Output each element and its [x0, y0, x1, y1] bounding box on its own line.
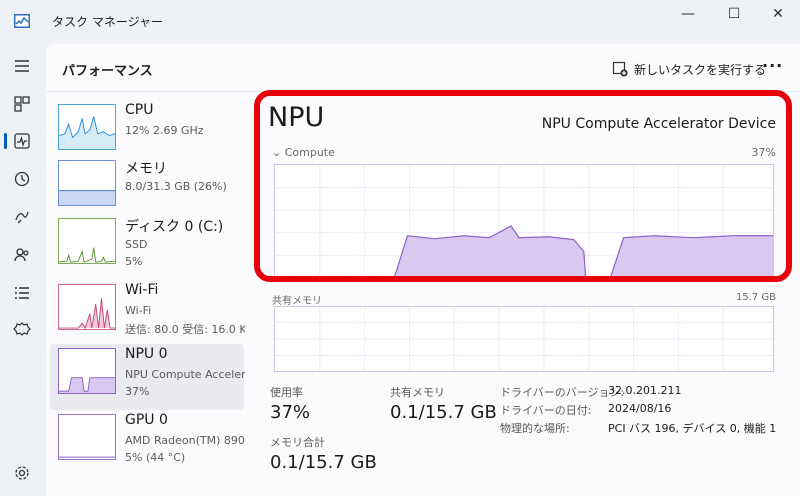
services-icon[interactable] — [10, 318, 34, 342]
disk-thumbnail-graph — [58, 218, 116, 264]
window-title: タスク マネージャー — [52, 15, 163, 29]
gpu-thumbnail-graph — [58, 414, 116, 460]
device-name: GPU 0 — [125, 412, 168, 428]
memory-total-label: メモリ合計 — [270, 436, 325, 449]
shared-memory-graph — [274, 306, 774, 372]
run-task-icon — [612, 61, 628, 77]
device-detail: Wi-Fi — [125, 304, 152, 317]
shared-memory-label: 共有メモリ — [390, 386, 445, 399]
app-history-icon[interactable] — [10, 167, 34, 191]
npu-thumbnail-graph — [58, 348, 116, 394]
device-name: CPU — [125, 102, 154, 118]
maximize-button[interactable]: ☐ — [720, 4, 748, 24]
driver-date-label: ドライバーの日付: — [500, 404, 592, 417]
menu-icon[interactable] — [10, 54, 34, 78]
driver-date-value: 2024/08/16 — [608, 402, 672, 415]
utilization-value: 37% — [270, 402, 311, 423]
physical-location-value: PCI バス 196, デバイス 0, 機能 1 — [608, 422, 777, 435]
processes-icon[interactable] — [10, 92, 34, 116]
run-task-label: 新しいタスクを実行する — [634, 62, 767, 77]
device-name: NPU 0 — [125, 346, 168, 362]
performance-icon[interactable] — [10, 129, 34, 153]
physical-location-label: 物理的な場所: — [500, 422, 570, 435]
run-new-task-button[interactable]: 新しいタスクを実行する — [612, 58, 766, 80]
device-detail: 8.0/31.3 GB (26%) — [125, 180, 227, 193]
utilization-label: 使用率 — [270, 386, 303, 399]
device-usage: 37% — [125, 385, 150, 398]
title-bar: タスク マネージャー — ☐ ✕ — [0, 0, 800, 44]
more-options-button[interactable]: ··· — [762, 56, 783, 75]
device-detail: 12% 2.69 GHz — [125, 124, 204, 137]
device-name: ディスク 0 (C:) — [125, 219, 224, 235]
device-item-npu[interactable]: NPU 0 NPU Compute Accelerator Device 37% — [50, 344, 245, 410]
shared-memory-graph-label: 共有メモリ — [272, 296, 322, 307]
settings-icon[interactable] — [10, 461, 34, 485]
minimize-button[interactable]: — — [674, 4, 702, 24]
device-item-gpu[interactable]: GPU 0 AMD Radeon(TM) 890M Graphics 5% (4… — [50, 410, 245, 476]
page-title: パフォーマンス — [62, 64, 153, 79]
rail-active-indicator — [4, 133, 7, 149]
performance-panel: パフォーマンス 新しいタスクを実行する ··· CPU 12% 2.69 GHz… — [46, 44, 800, 496]
cpu-thumbnail-graph — [58, 104, 116, 150]
users-icon[interactable] — [10, 243, 34, 267]
device-throughput: 送信: 80.0 受信: 16.0 Kbps — [125, 323, 245, 336]
device-name: メモリ — [125, 161, 167, 177]
device-item-memory[interactable]: メモリ 8.0/31.3 GB (26%) — [50, 156, 244, 222]
device-detail: NPU Compute Accelerator Device — [125, 368, 245, 381]
shared-memory-graph-max: 15.7 GB — [735, 292, 776, 303]
memory-thumbnail-graph — [58, 160, 116, 206]
device-item-disk[interactable]: ディスク 0 (C:) SSD 5% — [50, 214, 244, 280]
task-manager-app-icon — [14, 14, 30, 28]
driver-version-label: ドライバーのバージョン: — [500, 386, 625, 399]
driver-version-value: 32.0.201.211 — [608, 384, 682, 397]
device-usage: 5% — [125, 255, 143, 268]
device-name: Wi-Fi — [125, 282, 159, 298]
device-detail: SSD — [125, 238, 148, 251]
shared-memory-value: 0.1/15.7 GB — [390, 402, 497, 423]
device-detail: AMD Radeon(TM) 890M Graphics — [125, 434, 245, 447]
device-usage: 5% (44 °C) — [125, 451, 186, 464]
device-item-wifi[interactable]: Wi-Fi Wi-Fi 送信: 80.0 受信: 16.0 Kbps — [50, 280, 245, 346]
details-icon[interactable] — [10, 281, 34, 305]
startup-apps-icon[interactable] — [10, 205, 34, 229]
close-button[interactable]: ✕ — [764, 4, 792, 24]
wifi-thumbnail-graph — [58, 284, 116, 330]
highlight-frame — [254, 90, 792, 282]
memory-total-value: 0.1/15.7 GB — [270, 452, 377, 473]
